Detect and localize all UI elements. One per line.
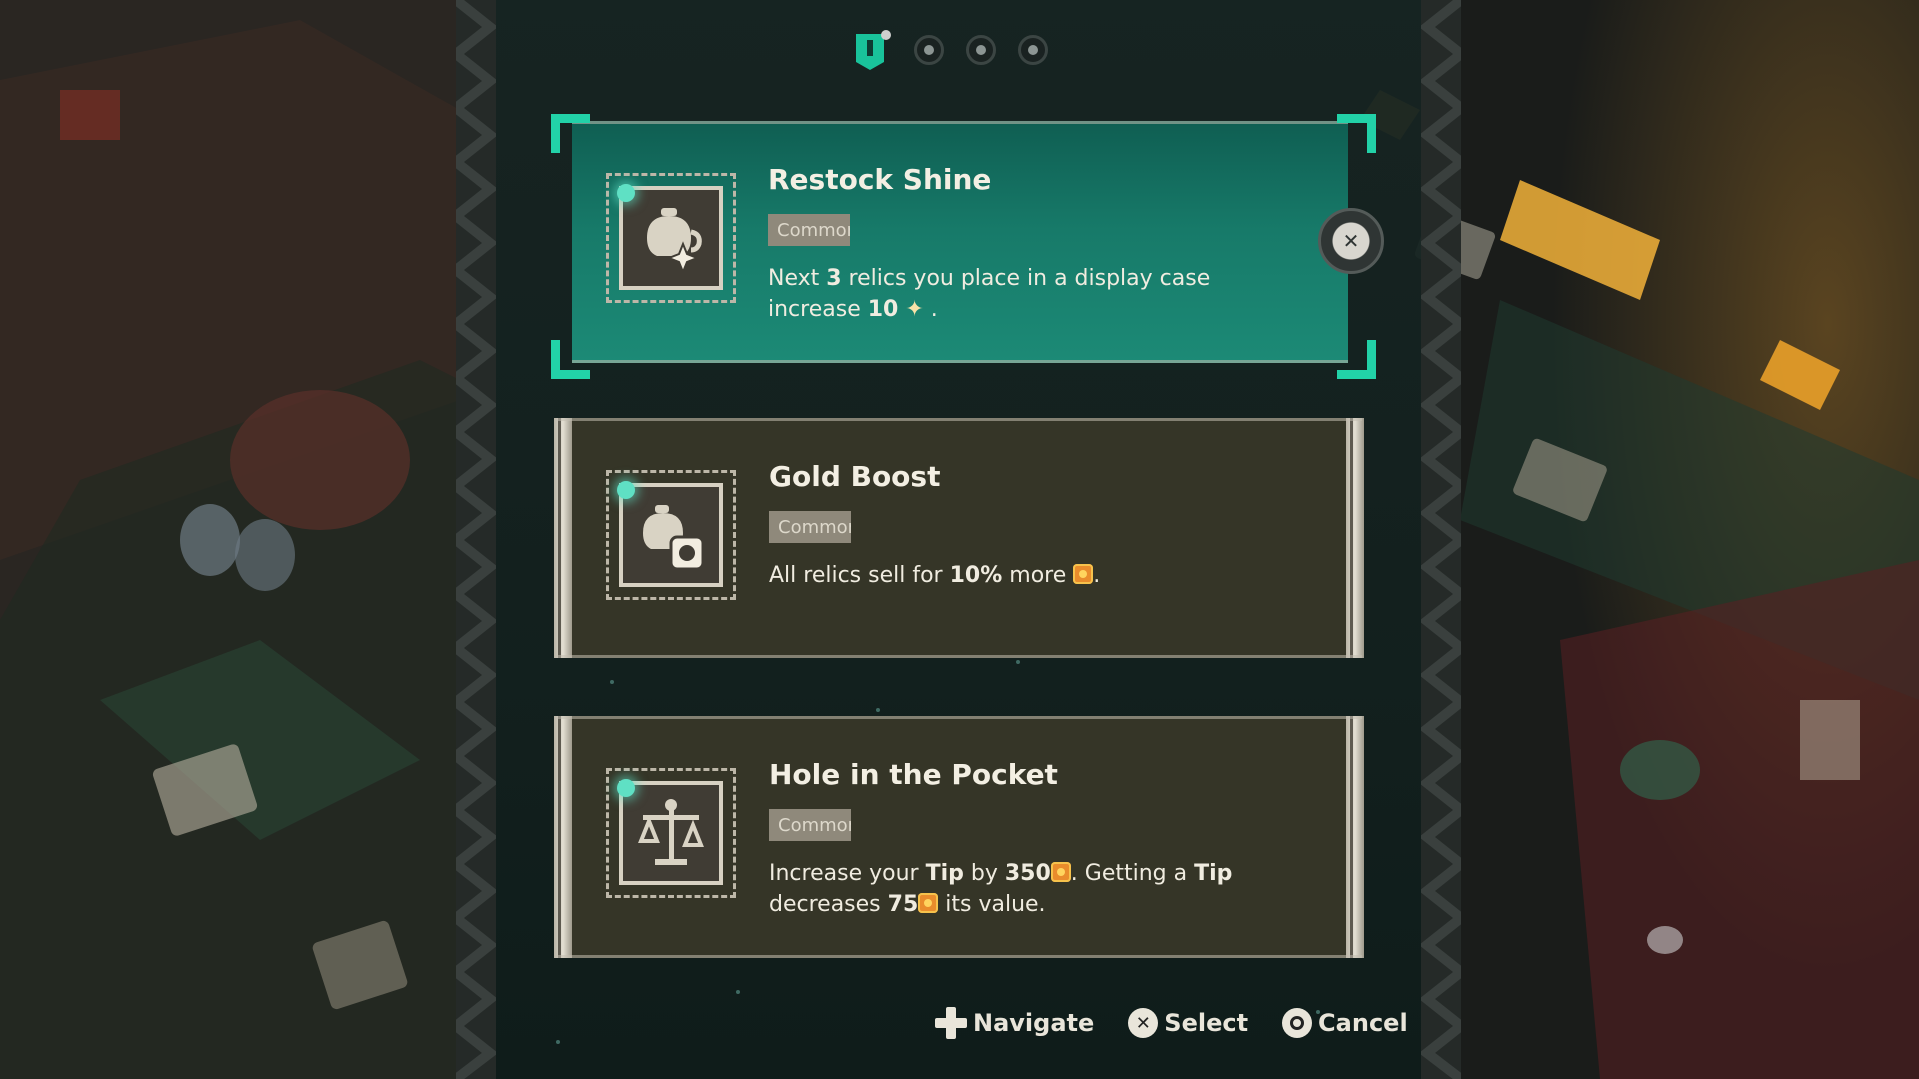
select-hint[interactable]: ✕ Select bbox=[1128, 1008, 1248, 1038]
new-indicator-dot bbox=[617, 184, 635, 202]
selection-bracket bbox=[551, 340, 590, 379]
page-indicator-active-icon[interactable] bbox=[852, 30, 892, 70]
page-indicator bbox=[852, 28, 1048, 72]
card-icon-frame bbox=[606, 470, 736, 600]
relic-card-hole-in-the-pocket[interactable]: Hole in the Pocket Common Increase your … bbox=[554, 716, 1364, 958]
card-icon-frame bbox=[606, 173, 736, 303]
card-border bbox=[556, 955, 1362, 958]
navigate-label: Navigate bbox=[973, 1009, 1095, 1037]
page-dot-4[interactable] bbox=[1018, 35, 1048, 65]
cross-button-icon: ✕ bbox=[1128, 1008, 1159, 1038]
relic-card-restock-shine[interactable]: Restock Shine Common Next 3 relics you p… bbox=[572, 121, 1348, 363]
page-dot-2[interactable] bbox=[914, 35, 944, 65]
navigate-hint[interactable]: Navigate bbox=[935, 1007, 1094, 1039]
rarity-badge: Common bbox=[768, 214, 850, 246]
new-indicator-dot bbox=[617, 779, 635, 797]
card-scroll-rod bbox=[1346, 418, 1364, 658]
right-zigzag-rail bbox=[1421, 0, 1461, 1079]
card-description: Next 3 relics you place in a display cas… bbox=[768, 266, 1211, 322]
card-icon-frame bbox=[606, 768, 736, 898]
new-indicator-dot bbox=[617, 481, 635, 499]
selection-bracket bbox=[1337, 114, 1376, 153]
selection-bracket bbox=[551, 114, 590, 153]
gold-coin-icon bbox=[1050, 862, 1071, 882]
relic-card-gold-boost[interactable]: Gold Boost Common All relics sell for 10… bbox=[554, 418, 1364, 658]
teapot-sparkle-icon bbox=[619, 186, 723, 290]
card-title: Restock Shine bbox=[768, 163, 992, 196]
card-scroll-rod bbox=[554, 716, 572, 958]
card-description: Increase your Tip by 350. Getting a Tip … bbox=[769, 861, 1233, 917]
cancel-label: Cancel bbox=[1318, 1009, 1408, 1037]
teapot-coin-icon bbox=[619, 483, 723, 587]
card-border bbox=[556, 716, 1362, 719]
shine-sparkle-icon: ✦ bbox=[905, 297, 924, 322]
card-description: All relics sell for 10% more . bbox=[769, 563, 1101, 588]
gold-coin-icon bbox=[1073, 564, 1094, 584]
card-title: Gold Boost bbox=[769, 460, 941, 493]
page-dot-3[interactable] bbox=[966, 35, 996, 65]
card-title: Hole in the Pocket bbox=[769, 758, 1058, 791]
cancel-hint[interactable]: Cancel bbox=[1282, 1008, 1408, 1038]
scales-icon bbox=[619, 781, 723, 885]
card-scroll-rod bbox=[554, 418, 572, 658]
card-scroll-rod bbox=[1346, 716, 1364, 958]
control-hints: Navigate ✕ Select Cancel bbox=[935, 1003, 1408, 1043]
card-border bbox=[556, 418, 1362, 421]
left-zigzag-rail bbox=[456, 0, 496, 1079]
card-border bbox=[572, 360, 1348, 363]
circle-button-icon bbox=[1282, 1008, 1313, 1038]
card-border bbox=[556, 655, 1362, 658]
close-icon[interactable]: ✕ bbox=[1318, 208, 1384, 274]
dpad-icon bbox=[935, 1007, 967, 1039]
select-label: Select bbox=[1164, 1009, 1249, 1037]
selection-bracket bbox=[1337, 340, 1376, 379]
rarity-badge: Common bbox=[769, 809, 851, 841]
rarity-badge: Common bbox=[769, 511, 851, 543]
gold-coin-icon bbox=[918, 893, 939, 913]
card-border bbox=[572, 121, 1348, 124]
